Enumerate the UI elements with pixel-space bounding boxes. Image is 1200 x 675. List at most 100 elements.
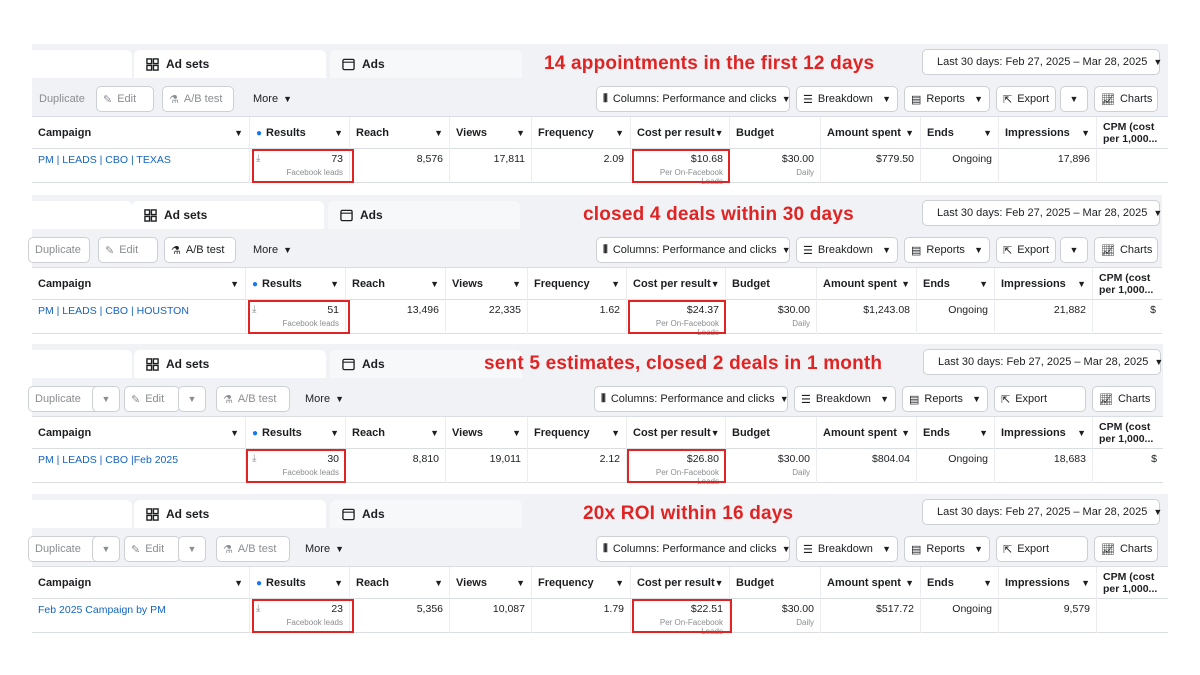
col-impressions[interactable]: Impressions ▼ — [999, 567, 1097, 599]
col-frequency[interactable]: Frequency ▼ — [532, 117, 631, 149]
breakdown-button[interactable]: ☰ Breakdown ▼ — [796, 86, 898, 112]
duplicate-dropdown[interactable]: ▼ — [92, 386, 120, 412]
edit-button[interactable]: ✎ Edit — [124, 536, 180, 562]
tab-ad-sets[interactable]: Ad sets — [134, 500, 326, 528]
duplicate-button[interactable]: Duplicate — [32, 86, 92, 112]
col-results[interactable]: ● Results ▼ — [250, 117, 350, 149]
duplicate-button[interactable]: Duplicate — [28, 237, 90, 263]
col-budget[interactable]: Budget — [730, 117, 821, 149]
reports-button[interactable]: ▤ Reports ▼ — [904, 86, 990, 112]
export-button[interactable]: ⇱ Export — [994, 386, 1086, 412]
col-campaign[interactable]: Campaign ▼ — [32, 417, 246, 449]
ab-test-button[interactable]: ⚗ A/B test — [162, 86, 234, 112]
campaign-name-link[interactable]: PM | LEADS | CBO |Feb 2025 — [32, 449, 246, 483]
date-range-picker[interactable]: Last 30 days: Feb 27, 2025 – Mar 28, 202… — [922, 200, 1162, 226]
col-results[interactable]: ● Results ▼ — [246, 268, 346, 300]
col-campaign[interactable]: Campaign ▼ — [32, 268, 246, 300]
tab-campaigns-partial[interactable] — [32, 500, 132, 528]
more-button[interactable]: More ▼ — [298, 536, 346, 562]
col-cost-per-result[interactable]: Cost per result ▼ — [631, 567, 730, 599]
tab-campaigns-partial[interactable] — [32, 350, 132, 378]
duplicate-dropdown[interactable]: ▼ — [92, 536, 120, 562]
tab-ad-sets[interactable]: Ad sets — [132, 201, 324, 229]
col-reach[interactable]: Reach ▼ — [346, 268, 446, 300]
col-budget[interactable]: Budget — [730, 567, 821, 599]
col-reach[interactable]: Reach ▼ — [350, 567, 450, 599]
reports-button[interactable]: ▤ Reports ▼ — [904, 237, 990, 263]
col-campaign[interactable]: Campaign ▼ — [32, 567, 250, 599]
col-ends[interactable]: Ends ▼ — [917, 268, 995, 300]
col-reach[interactable]: Reach ▼ — [346, 417, 446, 449]
more-button[interactable]: More ▼ — [246, 86, 294, 112]
charts-button[interactable]: 📈︎ Charts — [1094, 536, 1158, 562]
col-budget[interactable]: Budget — [726, 417, 817, 449]
tab-ads[interactable]: Ads — [330, 500, 522, 528]
ab-test-button[interactable]: ⚗ A/B test — [216, 386, 290, 412]
col-amount-spent[interactable]: Amount spent ▼ — [821, 117, 921, 149]
col-ends[interactable]: Ends ▼ — [917, 417, 995, 449]
campaign-name-link[interactable]: Feb 2025 Campaign by PM — [32, 599, 250, 633]
col-views[interactable]: Views ▼ — [450, 567, 532, 599]
col-cost-per-result[interactable]: Cost per result ▼ — [627, 417, 726, 449]
col-results[interactable]: ● Results ▼ — [250, 567, 350, 599]
breakdown-button[interactable]: ☰ Breakdown ▼ — [796, 237, 898, 263]
col-impressions[interactable]: Impressions ▼ — [999, 117, 1097, 149]
col-cpm[interactable]: CPM (cost per 1,000... — [1097, 567, 1168, 599]
col-views[interactable]: Views ▼ — [446, 417, 528, 449]
col-impressions[interactable]: Impressions ▼ — [995, 417, 1093, 449]
export-button[interactable]: ⇱ Export — [996, 536, 1088, 562]
col-amount-spent[interactable]: Amount spent ▼ — [817, 268, 917, 300]
campaign-name-link[interactable]: PM | LEADS | CBO | TEXAS — [32, 149, 250, 183]
col-frequency[interactable]: Frequency ▼ — [528, 268, 627, 300]
breakdown-button[interactable]: ☰ Breakdown ▼ — [796, 536, 898, 562]
col-views[interactable]: Views ▼ — [446, 268, 528, 300]
campaign-name-link[interactable]: PM | LEADS | CBO | HOUSTON — [32, 300, 246, 334]
columns-button[interactable]: ⦀ Columns: Performance and clicks ▼ — [594, 386, 789, 412]
export-dropdown[interactable]: ▼ — [1060, 86, 1088, 112]
export-button[interactable]: ⇱ Export — [996, 86, 1056, 112]
columns-button[interactable]: ⦀ Columns: Performance and clicks ▼ — [596, 536, 791, 562]
tab-ad-sets[interactable]: Ad sets — [134, 350, 326, 378]
col-results[interactable]: ● Results ▼ — [246, 417, 346, 449]
edit-button[interactable]: ✎ Edit — [96, 86, 154, 112]
col-impressions[interactable]: Impressions ▼ — [995, 268, 1093, 300]
charts-button[interactable]: 📈︎ Charts — [1094, 86, 1158, 112]
col-ends[interactable]: Ends ▼ — [921, 117, 999, 149]
col-budget[interactable]: Budget — [726, 268, 817, 300]
col-views[interactable]: Views ▼ — [450, 117, 532, 149]
col-reach[interactable]: Reach ▼ — [350, 117, 450, 149]
col-amount-spent[interactable]: Amount spent ▼ — [821, 567, 921, 599]
columns-button[interactable]: ⦀ Columns: Performance and clicks ▼ — [596, 237, 791, 263]
ab-test-button[interactable]: ⚗ A/B test — [164, 237, 236, 263]
date-range-picker[interactable]: Last 30 days: Feb 27, 2025 – Mar 28, 202… — [922, 49, 1162, 75]
edit-button[interactable]: ✎ Edit — [124, 386, 180, 412]
col-cpm[interactable]: CPM (cost per 1,000... — [1093, 417, 1163, 449]
ab-test-button[interactable]: ⚗ A/B test — [216, 536, 290, 562]
export-button[interactable]: ⇱ Export — [996, 237, 1056, 263]
edit-dropdown[interactable]: ▼ — [178, 536, 206, 562]
col-cpm[interactable]: CPM (cost per 1,000... — [1097, 117, 1168, 149]
col-frequency[interactable]: Frequency ▼ — [532, 567, 631, 599]
date-range-picker[interactable]: Last 30 days: Feb 27, 2025 – Mar 28, 202… — [922, 499, 1162, 525]
col-cost-per-result[interactable]: Cost per result ▼ — [631, 117, 730, 149]
col-frequency[interactable]: Frequency ▼ — [528, 417, 627, 449]
export-dropdown[interactable]: ▼ — [1060, 237, 1088, 263]
more-button[interactable]: More ▼ — [298, 386, 346, 412]
col-amount-spent[interactable]: Amount spent ▼ — [817, 417, 917, 449]
tab-campaigns-partial[interactable] — [32, 50, 132, 78]
col-cpm[interactable]: CPM (cost per 1,000... — [1093, 268, 1162, 300]
breakdown-button[interactable]: ☰ Breakdown ▼ — [794, 386, 896, 412]
columns-button[interactable]: ⦀ Columns: Performance and clicks ▼ — [596, 86, 791, 112]
tab-ads[interactable]: Ads — [328, 201, 520, 229]
col-campaign[interactable]: Campaign ▼ — [32, 117, 250, 149]
col-cost-per-result[interactable]: Cost per result ▼ — [627, 268, 726, 300]
tab-campaigns-partial[interactable] — [32, 201, 132, 229]
edit-button[interactable]: ✎ Edit — [98, 237, 158, 263]
more-button[interactable]: More ▼ — [246, 237, 294, 263]
col-ends[interactable]: Ends ▼ — [921, 567, 999, 599]
date-range-picker[interactable]: Last 30 days: Feb 27, 2025 – Mar 28, 202… — [923, 349, 1163, 375]
charts-button[interactable]: 📈︎ Charts — [1092, 386, 1156, 412]
tab-ad-sets[interactable]: Ad sets — [134, 50, 326, 78]
edit-dropdown[interactable]: ▼ — [178, 386, 206, 412]
tab-ads[interactable]: Ads — [330, 50, 522, 78]
